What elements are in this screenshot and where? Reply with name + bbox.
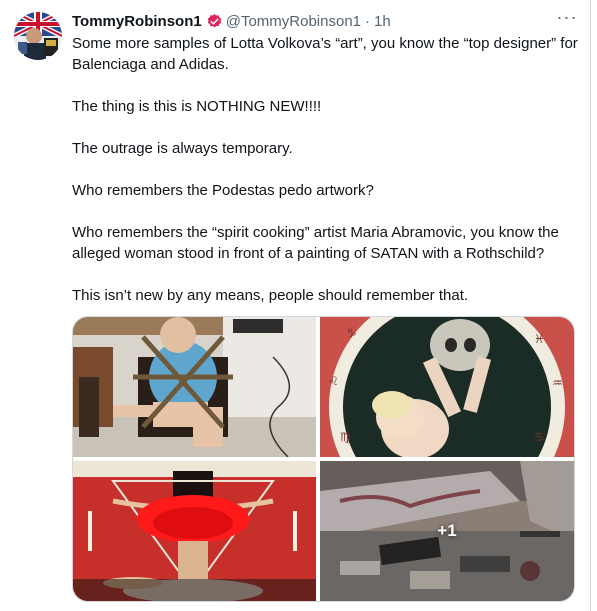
header-separator: · — [365, 12, 371, 30]
svg-text:♑: ♑ — [346, 326, 357, 340]
author-handle[interactable]: @TommyRobinson1 — [226, 13, 361, 30]
more-options-icon[interactable]: ··· — [554, 8, 580, 30]
svg-text:♒: ♒ — [552, 376, 563, 390]
media-image-3[interactable] — [73, 461, 316, 601]
media-image-4[interactable]: +1 — [320, 461, 574, 601]
svg-text:♋: ♋ — [534, 430, 545, 444]
tweet-paragraph: Who remembers the “spirit cooking” artis… — [72, 224, 559, 262]
timeline-divider — [590, 0, 591, 611]
media-grid: ♑ ♓ ♌ ♒ ♍ ♋ +1 — [72, 316, 575, 602]
svg-text:♓: ♓ — [534, 332, 545, 346]
more-media-count: +1 — [437, 521, 457, 540]
avatar[interactable] — [14, 12, 62, 60]
timestamp[interactable]: 1h — [374, 13, 391, 30]
tweet-body: Some more samples of Lotta Volkova’s “ar… — [72, 33, 582, 306]
svg-text:♌: ♌ — [328, 374, 339, 388]
tweet-paragraph: Some more samples of Lotta Volkova’s “ar… — [72, 35, 578, 73]
tweet-paragraph: The outrage is always temporary. — [72, 140, 293, 157]
media-image-2[interactable]: ♑ ♓ ♌ ♒ ♍ ♋ — [320, 317, 574, 457]
tweet-paragraph: This isn’t new by any means, people shou… — [72, 287, 469, 304]
tweet-paragraph: Who remembers the Podestas pedo artwork? — [72, 182, 374, 199]
verified-badge-icon — [206, 13, 223, 30]
media-image-1[interactable] — [73, 317, 316, 457]
author-name[interactable]: TommyRobinson1 — [72, 13, 202, 30]
svg-text:♍: ♍ — [340, 430, 351, 444]
tweet-paragraph: The thing is this is NOTHING NEW!!!! — [72, 98, 322, 115]
tweet-header: TommyRobinson1 @TommyRobinson1 · 1h — [72, 10, 577, 32]
